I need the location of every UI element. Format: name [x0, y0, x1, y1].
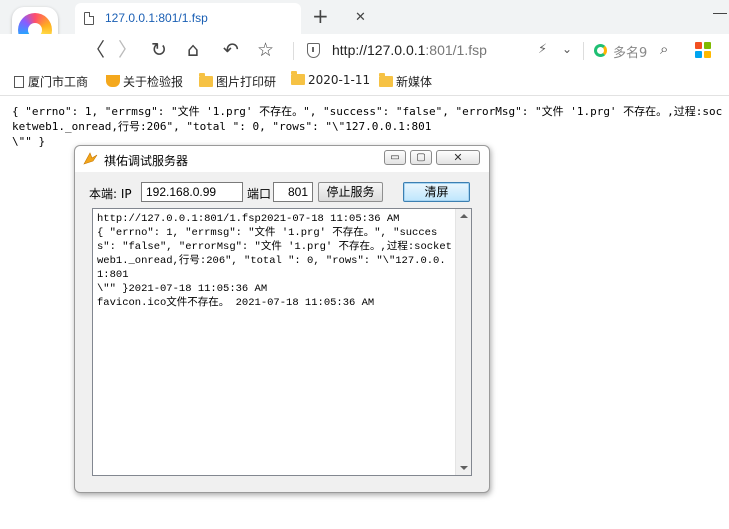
bookmark-item[interactable]: 图片打印研	[199, 73, 276, 90]
bookmark-label: 2020-1-11	[308, 73, 371, 87]
apps-tile	[695, 51, 702, 58]
page-icon	[84, 12, 94, 25]
favorite-star-icon[interactable]: ☆	[257, 38, 274, 62]
back-icon[interactable]: 〈	[86, 38, 105, 62]
scroll-down-arrow-icon[interactable]	[460, 466, 468, 470]
search-engine-icon[interactable]	[594, 44, 607, 57]
window-minimize-icon[interactable]	[713, 13, 727, 14]
clear-screen-button[interactable]: 清屏	[403, 182, 470, 202]
port-field[interactable]	[273, 182, 313, 202]
page-json-response: { "errno": 1, "errmsg": "文件 '1.prg' 不存在。…	[12, 105, 723, 148]
forward-icon[interactable]: 〉	[118, 38, 137, 62]
bookmark-label: 新媒体	[396, 75, 433, 89]
search-icon[interactable]: ⌕	[660, 40, 668, 58]
address-host: http://127.0.0.1	[332, 42, 426, 58]
apps-tile	[695, 42, 702, 49]
bookmark-item[interactable]: 厦门市工商	[14, 73, 88, 90]
stop-service-button[interactable]: 停止服务	[318, 182, 383, 202]
bookmark-label: 关于检验报	[123, 75, 184, 89]
window-titlebar[interactable]: 祺佑调试服务器 ▭ ▢ ✕	[75, 146, 489, 172]
minimize-button[interactable]: ▭	[384, 150, 406, 165]
tab-title: 127.0.0.1:801/1.fsp	[105, 11, 208, 25]
bookmark-label: 图片打印研	[216, 75, 277, 89]
window-title: 祺佑调试服务器	[104, 154, 189, 168]
bookmark-label: 厦门市工商	[28, 75, 89, 89]
log-scrollbar[interactable]	[455, 209, 471, 475]
bookmark-item[interactable]: 关于检验报	[106, 73, 183, 90]
log-output[interactable]: http://127.0.0.1:801/1.fsp2021-07-18 11:…	[92, 208, 472, 476]
apps-tile	[704, 42, 711, 49]
maximize-button[interactable]: ▢	[410, 150, 432, 165]
window-body: 本端: IP 端口 停止服务 清屏 http://127.0.0.1:801/1…	[75, 172, 489, 492]
scroll-up-arrow-icon[interactable]	[460, 214, 468, 218]
search-input[interactable]: 多名9	[613, 42, 653, 61]
bookmark-item[interactable]: 新媒体	[379, 73, 432, 90]
folder-icon	[199, 73, 213, 87]
ip-field[interactable]	[141, 182, 243, 202]
undo-icon[interactable]: ↶	[223, 38, 239, 62]
bookmarks-bar: 厦门市工商 关于检验报 图片打印研 2020-1-11 新媒体	[0, 66, 729, 96]
apps-tile	[704, 51, 711, 58]
tab-bar: 127.0.0.1:801/1.fsp ✕ +	[0, 0, 729, 34]
lightning-icon[interactable]: ⚡	[538, 42, 547, 57]
navigation-bar: 〈 〉 ↻ ⌂ ↶ ☆ http://127.0.0.1:801/1.fsp ⚡…	[0, 34, 729, 66]
trophy-icon	[106, 75, 120, 87]
log-text: http://127.0.0.1:801/1.fsp2021-07-18 11:…	[97, 213, 452, 309]
apps-grid-icon[interactable]	[695, 42, 713, 60]
app-bird-icon	[83, 152, 98, 165]
divider	[293, 42, 294, 60]
close-button[interactable]: ✕	[436, 150, 480, 165]
bookmark-item[interactable]: 2020-1-11	[291, 71, 371, 87]
address-bar[interactable]: http://127.0.0.1:801/1.fsp	[332, 42, 487, 58]
chevron-down-icon[interactable]: ⌄	[562, 42, 572, 56]
browser-tab[interactable]: 127.0.0.1:801/1.fsp ✕	[75, 3, 366, 34]
tab-close-icon[interactable]: ✕	[355, 10, 366, 25]
page-icon	[14, 76, 24, 88]
reload-icon[interactable]: ↻	[151, 38, 167, 62]
home-icon[interactable]: ⌂	[187, 38, 199, 62]
debug-server-window: 祺佑调试服务器 ▭ ▢ ✕ 本端: IP 端口 停止服务 清屏 http://1…	[74, 145, 490, 493]
new-tab-button[interactable]: +	[312, 4, 329, 28]
divider	[583, 42, 584, 60]
local-ip-label: 本端: IP	[89, 187, 132, 201]
port-label: 端口	[247, 187, 272, 201]
address-path: :801/1.fsp	[425, 42, 487, 58]
security-shield-icon[interactable]	[307, 43, 320, 58]
folder-icon	[379, 73, 393, 87]
folder-icon	[291, 71, 305, 85]
